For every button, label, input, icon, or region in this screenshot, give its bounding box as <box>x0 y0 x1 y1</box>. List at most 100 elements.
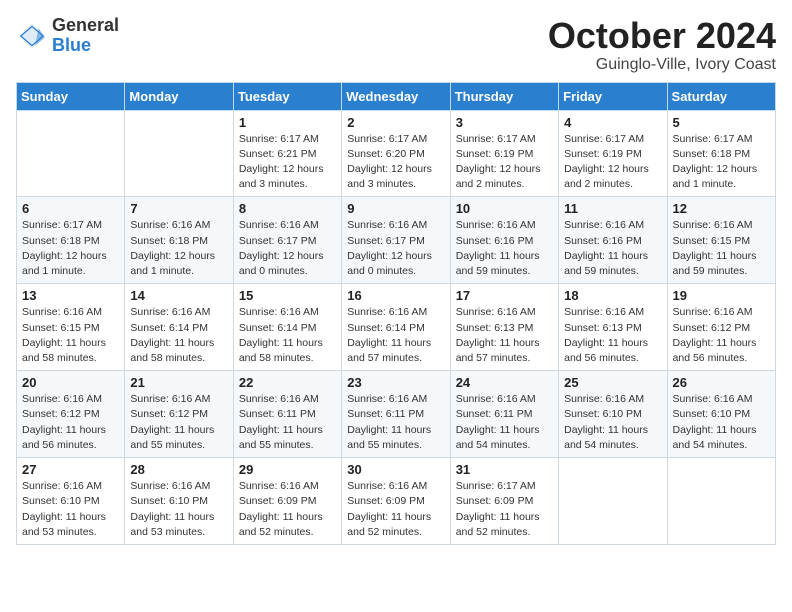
calendar-cell: 22 Sunrise: 6:16 AM Sunset: 6:11 PM Dayli… <box>233 371 341 458</box>
day-number: 27 <box>22 462 119 477</box>
day-info: Sunrise: 6:16 AM Sunset: 6:11 PM Dayligh… <box>347 392 444 453</box>
calendar-cell: 9 Sunrise: 6:16 AM Sunset: 6:17 PM Daylig… <box>342 197 450 284</box>
day-number: 1 <box>239 115 336 130</box>
day-number: 28 <box>130 462 227 477</box>
logo-text: General Blue <box>52 16 119 56</box>
calendar-cell: 17 Sunrise: 6:16 AM Sunset: 6:13 PM Dayli… <box>450 284 558 371</box>
day-number: 19 <box>673 288 770 303</box>
day-info: Sunrise: 6:16 AM Sunset: 6:14 PM Dayligh… <box>347 305 444 366</box>
day-info: Sunrise: 6:16 AM Sunset: 6:14 PM Dayligh… <box>130 305 227 366</box>
calendar-cell: 5 Sunrise: 6:17 AM Sunset: 6:18 PM Daylig… <box>667 110 775 197</box>
calendar-table: SundayMondayTuesdayWednesdayThursdayFrid… <box>16 82 776 545</box>
calendar-cell: 8 Sunrise: 6:16 AM Sunset: 6:17 PM Daylig… <box>233 197 341 284</box>
calendar-week-row: 1 Sunrise: 6:17 AM Sunset: 6:21 PM Daylig… <box>17 110 776 197</box>
calendar-cell <box>559 458 667 545</box>
calendar-cell <box>125 110 233 197</box>
calendar-cell: 11 Sunrise: 6:16 AM Sunset: 6:16 PM Dayli… <box>559 197 667 284</box>
day-info: Sunrise: 6:16 AM Sunset: 6:11 PM Dayligh… <box>456 392 553 453</box>
day-info: Sunrise: 6:17 AM Sunset: 6:21 PM Dayligh… <box>239 132 336 193</box>
day-number: 20 <box>22 375 119 390</box>
day-info: Sunrise: 6:16 AM Sunset: 6:17 PM Dayligh… <box>347 218 444 279</box>
calendar-cell: 4 Sunrise: 6:17 AM Sunset: 6:19 PM Daylig… <box>559 110 667 197</box>
day-info: Sunrise: 6:16 AM Sunset: 6:13 PM Dayligh… <box>456 305 553 366</box>
day-number: 13 <box>22 288 119 303</box>
day-info: Sunrise: 6:17 AM Sunset: 6:18 PM Dayligh… <box>673 132 770 193</box>
day-info: Sunrise: 6:17 AM Sunset: 6:09 PM Dayligh… <box>456 479 553 540</box>
col-header-thursday: Thursday <box>450 82 558 110</box>
calendar-cell: 13 Sunrise: 6:16 AM Sunset: 6:15 PM Dayli… <box>17 284 125 371</box>
day-info: Sunrise: 6:16 AM Sunset: 6:18 PM Dayligh… <box>130 218 227 279</box>
calendar-cell: 7Sunrise: 6:16 AM Sunset: 6:18 PM Daylig… <box>125 197 233 284</box>
calendar-week-row: 27 Sunrise: 6:16 AM Sunset: 6:10 PM Dayli… <box>17 458 776 545</box>
calendar-cell: 27 Sunrise: 6:16 AM Sunset: 6:10 PM Dayli… <box>17 458 125 545</box>
calendar-cell: 3Sunrise: 6:17 AM Sunset: 6:19 PM Daylig… <box>450 110 558 197</box>
calendar-cell: 29 Sunrise: 6:16 AM Sunset: 6:09 PM Dayli… <box>233 458 341 545</box>
calendar-week-row: 13 Sunrise: 6:16 AM Sunset: 6:15 PM Dayli… <box>17 284 776 371</box>
calendar-cell <box>17 110 125 197</box>
day-info: Sunrise: 6:17 AM Sunset: 6:18 PM Dayligh… <box>22 218 119 279</box>
col-header-friday: Friday <box>559 82 667 110</box>
day-number: 15 <box>239 288 336 303</box>
calendar-header-row: SundayMondayTuesdayWednesdayThursdayFrid… <box>17 82 776 110</box>
day-info: Sunrise: 6:16 AM Sunset: 6:16 PM Dayligh… <box>456 218 553 279</box>
day-info: Sunrise: 6:17 AM Sunset: 6:19 PM Dayligh… <box>456 132 553 193</box>
calendar-cell: 16 Sunrise: 6:16 AM Sunset: 6:14 PM Dayli… <box>342 284 450 371</box>
day-info: Sunrise: 6:16 AM Sunset: 6:11 PM Dayligh… <box>239 392 336 453</box>
day-number: 16 <box>347 288 444 303</box>
logo: General Blue <box>16 16 119 56</box>
day-number: 25 <box>564 375 661 390</box>
day-info: Sunrise: 6:16 AM Sunset: 6:10 PM Dayligh… <box>22 479 119 540</box>
day-number: 18 <box>564 288 661 303</box>
day-number: 30 <box>347 462 444 477</box>
calendar-cell: 28 Sunrise: 6:16 AM Sunset: 6:10 PM Dayli… <box>125 458 233 545</box>
day-info: Sunrise: 6:16 AM Sunset: 6:09 PM Dayligh… <box>239 479 336 540</box>
day-number: 17 <box>456 288 553 303</box>
calendar-cell: 26Sunrise: 6:16 AM Sunset: 6:10 PM Dayli… <box>667 371 775 458</box>
page-header: General Blue October 2024 Guinglo-Ville,… <box>16 16 776 74</box>
day-number: 8 <box>239 201 336 216</box>
day-info: Sunrise: 6:16 AM Sunset: 6:15 PM Dayligh… <box>673 218 770 279</box>
title-block: October 2024 Guinglo-Ville, Ivory Coast <box>548 16 776 74</box>
day-number: 11 <box>564 201 661 216</box>
day-number: 22 <box>239 375 336 390</box>
calendar-cell: 23Sunrise: 6:16 AM Sunset: 6:11 PM Dayli… <box>342 371 450 458</box>
calendar-cell: 15 Sunrise: 6:16 AM Sunset: 6:14 PM Dayli… <box>233 284 341 371</box>
col-header-saturday: Saturday <box>667 82 775 110</box>
day-number: 29 <box>239 462 336 477</box>
col-header-tuesday: Tuesday <box>233 82 341 110</box>
logo-general-text: General <box>52 15 119 35</box>
day-info: Sunrise: 6:16 AM Sunset: 6:09 PM Dayligh… <box>347 479 444 540</box>
day-number: 21 <box>130 375 227 390</box>
calendar-cell: 30 Sunrise: 6:16 AM Sunset: 6:09 PM Dayli… <box>342 458 450 545</box>
col-header-sunday: Sunday <box>17 82 125 110</box>
calendar-cell: 6Sunrise: 6:17 AM Sunset: 6:18 PM Daylig… <box>17 197 125 284</box>
day-number: 12 <box>673 201 770 216</box>
logo-icon <box>16 20 48 52</box>
col-header-wednesday: Wednesday <box>342 82 450 110</box>
day-info: Sunrise: 6:16 AM Sunset: 6:13 PM Dayligh… <box>564 305 661 366</box>
day-info: Sunrise: 6:16 AM Sunset: 6:10 PM Dayligh… <box>130 479 227 540</box>
day-info: Sunrise: 6:16 AM Sunset: 6:10 PM Dayligh… <box>564 392 661 453</box>
day-number: 5 <box>673 115 770 130</box>
calendar-cell: 1 Sunrise: 6:17 AM Sunset: 6:21 PM Daylig… <box>233 110 341 197</box>
day-info: Sunrise: 6:17 AM Sunset: 6:19 PM Dayligh… <box>564 132 661 193</box>
day-number: 24 <box>456 375 553 390</box>
day-number: 2 <box>347 115 444 130</box>
calendar-cell: 12 Sunrise: 6:16 AM Sunset: 6:15 PM Dayli… <box>667 197 775 284</box>
calendar-cell: 24 Sunrise: 6:16 AM Sunset: 6:11 PM Dayli… <box>450 371 558 458</box>
day-info: Sunrise: 6:16 AM Sunset: 6:14 PM Dayligh… <box>239 305 336 366</box>
calendar-cell: 10Sunrise: 6:16 AM Sunset: 6:16 PM Dayli… <box>450 197 558 284</box>
calendar-cell: 2Sunrise: 6:17 AM Sunset: 6:20 PM Daylig… <box>342 110 450 197</box>
day-info: Sunrise: 6:16 AM Sunset: 6:12 PM Dayligh… <box>130 392 227 453</box>
day-number: 4 <box>564 115 661 130</box>
calendar-cell <box>667 458 775 545</box>
col-header-monday: Monday <box>125 82 233 110</box>
calendar-cell: 19 Sunrise: 6:16 AM Sunset: 6:12 PM Dayli… <box>667 284 775 371</box>
calendar-cell: 14 Sunrise: 6:16 AM Sunset: 6:14 PM Dayli… <box>125 284 233 371</box>
day-info: Sunrise: 6:16 AM Sunset: 6:16 PM Dayligh… <box>564 218 661 279</box>
day-info: Sunrise: 6:16 AM Sunset: 6:12 PM Dayligh… <box>673 305 770 366</box>
day-info: Sunrise: 6:16 AM Sunset: 6:15 PM Dayligh… <box>22 305 119 366</box>
day-number: 9 <box>347 201 444 216</box>
day-number: 14 <box>130 288 227 303</box>
day-info: Sunrise: 6:16 AM Sunset: 6:17 PM Dayligh… <box>239 218 336 279</box>
